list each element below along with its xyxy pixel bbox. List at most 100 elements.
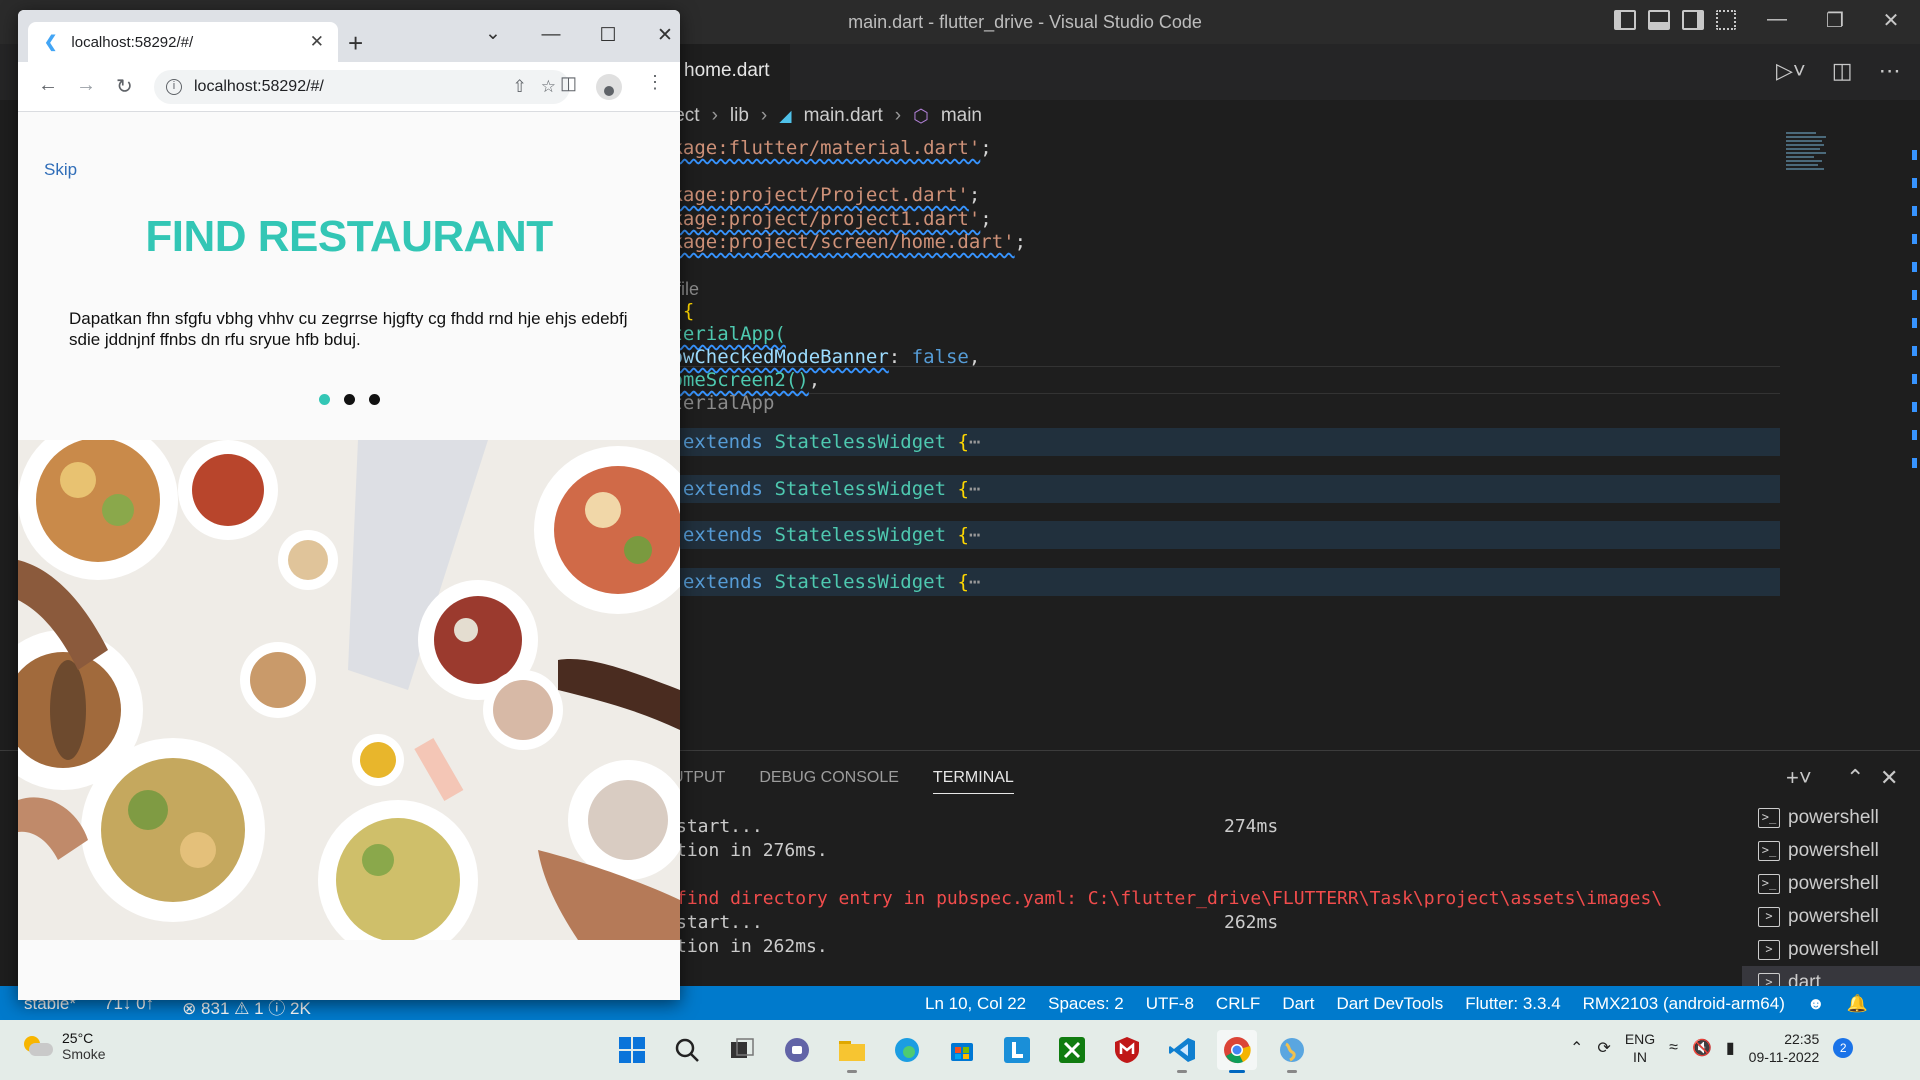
forward-arrow-icon[interactable]: →	[76, 74, 96, 97]
speaker-muted-icon[interactable]: 🔇	[1692, 1038, 1712, 1058]
status-encoding[interactable]: UTF-8	[1146, 994, 1194, 1014]
code-line-class-2[interactable]: 2 extends StatelessWidget {⋯	[660, 475, 980, 503]
flutter-app-button[interactable]	[1272, 1030, 1312, 1073]
split-editor-icon[interactable]: ◫	[1832, 58, 1853, 84]
breadcrumb-lib[interactable]: lib	[730, 105, 749, 127]
chat-icon	[785, 1038, 809, 1062]
notifications-bell-icon[interactable]: 🔔	[1847, 994, 1868, 1014]
chevron-right-icon: ›	[894, 105, 902, 126]
wifi-icon[interactable]: ≈	[1669, 1039, 1678, 1057]
onboarding-description: Dapatkan fhn sfgfu vbhg vhhv cu zegrrse …	[69, 309, 628, 349]
app-l-button[interactable]	[997, 1030, 1037, 1070]
breadcrumb-symbol[interactable]: main	[941, 105, 982, 127]
feedback-icon[interactable]: ☻	[1807, 994, 1825, 1014]
status-flutter-version[interactable]: Flutter: 3.3.4	[1465, 994, 1560, 1014]
terminal-item-powershell[interactable]: >_ powershell	[1742, 867, 1920, 900]
xbox-button[interactable]	[1052, 1030, 1092, 1070]
toggle-secondary-sidebar-icon[interactable]	[1682, 10, 1704, 30]
reload-icon[interactable]: ↻	[116, 74, 133, 99]
chevron-up-icon[interactable]: ⌃	[1570, 1038, 1583, 1058]
task-view-icon	[731, 1038, 754, 1058]
share-icon[interactable]: ⇧	[513, 77, 527, 97]
terminal-item-powershell[interactable]: >_ powershell	[1742, 834, 1920, 867]
page-dot[interactable]	[318, 394, 330, 405]
file-explorer-button[interactable]	[832, 1030, 872, 1073]
toggle-primary-sidebar-icon[interactable]	[1614, 10, 1636, 30]
new-terminal-icon[interactable]: +˅	[1786, 765, 1812, 791]
battery-icon[interactable]: ▮	[1726, 1038, 1735, 1058]
maximize-panel-icon[interactable]: ⌃	[1846, 765, 1864, 791]
address-url[interactable]: localhost:58292/#/	[194, 78, 513, 96]
page-dot[interactable]	[343, 394, 355, 405]
language-indicator[interactable]: ENG IN	[1625, 1030, 1655, 1066]
teams-chat-button[interactable]	[777, 1030, 817, 1070]
terminal-list: >_ powershell >_ powershell >_ powershell >…	[1742, 801, 1920, 999]
tab-search-chevron-icon[interactable]: ⌄	[478, 22, 508, 45]
restore-icon[interactable]: ❐	[1820, 8, 1850, 33]
more-actions-icon[interactable]: ⋯	[1879, 58, 1901, 84]
close-icon[interactable]: ✕	[650, 24, 680, 47]
skip-button[interactable]: Skip	[44, 160, 77, 180]
status-device[interactable]: RMX2103 (android-arm64)	[1583, 994, 1785, 1014]
tab-terminal[interactable]: TERMINAL	[932, 769, 1014, 794]
notification-count[interactable]: 2	[1833, 1038, 1854, 1058]
page-dot[interactable]	[368, 394, 380, 405]
terminal-icon: >_	[1758, 807, 1780, 828]
code-line-import-material: ckage:flutter/material.dart';	[660, 137, 992, 159]
side-panel-icon[interactable]: ◫	[560, 73, 577, 94]
food-table-illustration	[18, 440, 680, 940]
maximize-icon[interactable]: ☐	[593, 24, 623, 47]
layout-controls	[1614, 10, 1736, 30]
tab-debug-console[interactable]: DEBUG CONSOLE	[759, 769, 899, 794]
browser-tab[interactable]: ❮ localhost:58292/#/ ✕	[28, 22, 338, 62]
edge-icon	[895, 1038, 919, 1062]
minimize-icon[interactable]: —	[1762, 8, 1792, 31]
close-panel-icon[interactable]: ✕	[1880, 765, 1898, 791]
close-tab-icon[interactable]: ✕	[310, 32, 324, 52]
new-tab-icon[interactable]: +	[348, 28, 363, 59]
browser-menu-icon[interactable]: ⋮	[646, 72, 664, 93]
search-button[interactable]	[667, 1030, 707, 1070]
sync-icon[interactable]: ⟳	[1597, 1038, 1610, 1058]
status-cursor-position[interactable]: Ln 10, Col 22	[925, 994, 1026, 1014]
editor-scrollbar[interactable]	[1912, 150, 1920, 570]
status-language[interactable]: Dart	[1282, 994, 1314, 1014]
terminal-item-powershell[interactable]: >_ powershell	[1742, 801, 1920, 834]
customize-layout-icon[interactable]	[1716, 10, 1736, 30]
status-eol[interactable]: CRLF	[1216, 994, 1260, 1014]
profile-avatar-icon[interactable]	[596, 74, 622, 100]
close-icon[interactable]: ✕	[1876, 8, 1906, 33]
system-tray: ⌃ ⟳ ENG IN ≈ 🔇 ▮ 22:35 09-11-2022 2	[1570, 1030, 1854, 1066]
code-editor[interactable]: ckage:flutter/material.dart'; ckage:proj…	[660, 130, 1780, 750]
terminal-icon: >	[1758, 939, 1780, 960]
minimap[interactable]	[1786, 130, 1866, 220]
bookmark-star-icon[interactable]: ☆	[541, 77, 556, 97]
vscode-button[interactable]	[1162, 1030, 1202, 1073]
mcafee-button[interactable]	[1107, 1030, 1147, 1070]
toggle-panel-icon[interactable]	[1648, 10, 1670, 30]
search-icon	[675, 1038, 699, 1062]
address-bar[interactable]: i localhost:58292/#/ ⇧ ☆	[154, 70, 570, 104]
task-view-button[interactable]	[722, 1030, 762, 1070]
onboarding-title: FIND RESTAURANT	[145, 212, 553, 261]
back-arrow-icon[interactable]: ←	[38, 74, 58, 97]
status-devtools[interactable]: Dart DevTools	[1336, 994, 1443, 1014]
code-line-class-1[interactable]: 1 extends StatelessWidget {⋯	[660, 428, 980, 456]
site-info-icon[interactable]: i	[166, 79, 182, 95]
code-line-class-3[interactable]: 3 extends StatelessWidget {⋯	[660, 521, 980, 549]
store-button[interactable]	[942, 1030, 982, 1070]
start-button[interactable]	[612, 1030, 652, 1070]
weather-widget[interactable]: 25°C Smoke	[22, 1030, 106, 1062]
edge-button[interactable]	[887, 1030, 927, 1070]
terminal-icon: >	[1758, 906, 1780, 927]
status-indentation[interactable]: Spaces: 2	[1048, 994, 1124, 1014]
chrome-button[interactable]	[1217, 1030, 1257, 1073]
clock[interactable]: 22:35 09-11-2022	[1749, 1030, 1820, 1066]
minimize-icon[interactable]: —	[536, 24, 566, 46]
breadcrumb-file[interactable]: main.dart	[804, 105, 883, 127]
terminal-item-powershell[interactable]: > powershell	[1742, 933, 1920, 966]
globe-icon	[1280, 1038, 1304, 1062]
code-line-class-4[interactable]: 4 extends StatelessWidget {⋯	[660, 568, 980, 596]
terminal-item-powershell[interactable]: > powershell	[1742, 900, 1920, 933]
run-debug-icon[interactable]: ▷˅	[1776, 58, 1806, 84]
